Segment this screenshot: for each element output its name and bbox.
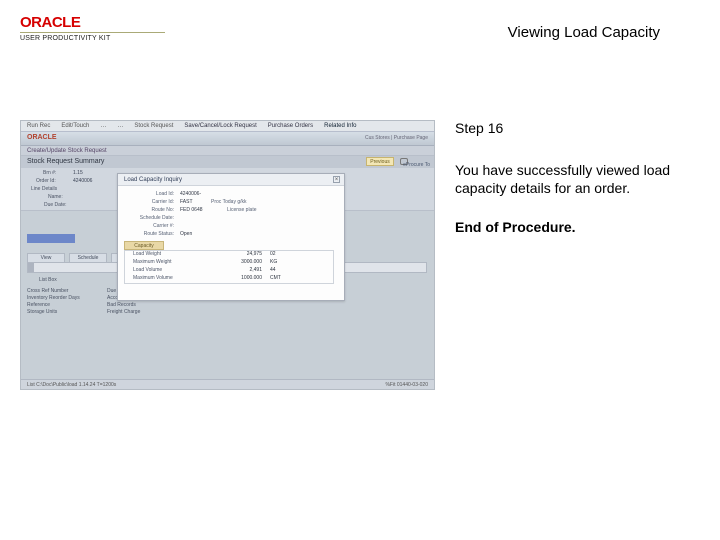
step-label: Step 16 xyxy=(455,120,680,136)
grid-value: 3000.000 xyxy=(210,259,270,267)
embedded-app-screenshot: Run Rec Edit/Touch … … Stock Request Sav… xyxy=(20,120,435,390)
menu-item[interactable]: Purchase Orders xyxy=(268,123,313,129)
brand-name: ORACLE xyxy=(20,14,165,31)
listbox-label: List Box xyxy=(39,277,57,283)
grid-value: 1000.000 xyxy=(210,275,270,283)
grid-value: 2,491 xyxy=(210,267,270,275)
grid-label: Load Volume xyxy=(125,267,210,275)
grid-unit: KG xyxy=(270,259,320,267)
order-value: 4240006 xyxy=(73,178,92,184)
selection-bar xyxy=(27,234,75,243)
menu-item[interactable]: … xyxy=(117,123,123,129)
popup-field-label: Route Status: xyxy=(124,231,180,237)
close-icon[interactable]: × xyxy=(333,176,340,183)
app-brandbar: ORACLE Cus Stores | Purchase Page xyxy=(21,132,434,146)
popup-header: Load Capacity Inquiry × xyxy=(118,174,344,186)
summary-title: Stock Request Summary Previous eProcure … xyxy=(21,156,434,168)
breadcrumb: Create/Update Stock Request xyxy=(21,146,434,156)
menu-item-active[interactable]: Related Info xyxy=(324,123,356,129)
grid-unit: 02 xyxy=(270,251,320,259)
grid-unit: 44 xyxy=(270,267,320,275)
page-title: Viewing Load Capacity xyxy=(508,24,660,41)
grid-label: Maximum Volume xyxy=(125,275,210,283)
menu-item[interactable]: Save/Cancel/Lock Request xyxy=(184,123,256,129)
menu-item[interactable]: Edit/Touch xyxy=(61,123,89,129)
name-label: Name: xyxy=(48,194,63,200)
status-bar: List C:\Doc\Public\load 1.14.24 T=1200s … xyxy=(21,379,434,389)
duedate-label: Due Date: xyxy=(44,202,67,208)
app-brand: ORACLE xyxy=(27,134,57,141)
tab-schedule[interactable]: Schedule xyxy=(69,253,107,262)
previous-button[interactable]: Previous xyxy=(366,157,394,166)
load-capacity-popup: Load Capacity Inquiry × Load Id:4240006-… xyxy=(117,173,345,301)
end-of-procedure: End of Procedure. xyxy=(455,219,680,235)
grid-label: Maximum Weight xyxy=(125,259,210,267)
grid-label: Load Weight xyxy=(125,251,210,259)
popup-field-label: Carrier Id: xyxy=(124,199,180,205)
status-right: %Fit 01440-03-020 xyxy=(385,380,428,390)
status-left: List C:\Doc\Public\load 1.14.24 T=1200s xyxy=(27,382,116,388)
popup-field-label: Proc Today g/kk xyxy=(193,199,253,205)
capacity-tab[interactable]: Capacity xyxy=(124,241,164,250)
menu-item[interactable]: Stock Request xyxy=(134,123,173,129)
grid-unit: CMT xyxy=(270,275,320,283)
popup-field-label: Route No: xyxy=(124,207,180,213)
popup-field-value: FAST xyxy=(180,199,193,205)
app-menubar: Run Rec Edit/Touch … … Stock Request Sav… xyxy=(21,121,434,132)
popup-field-label: Carrier #: xyxy=(124,223,180,229)
branch-value: 1.15 xyxy=(73,170,83,176)
menu-item[interactable]: … xyxy=(100,123,106,129)
tab-view[interactable]: View xyxy=(27,253,65,262)
app-brand-right: Cus Stores | Purchase Page xyxy=(365,135,428,141)
menu-item[interactable]: Run Rec xyxy=(27,123,50,129)
popup-field-value: 4240006- xyxy=(180,191,201,197)
brand-logo: ORACLE USER PRODUCTIVITY KIT xyxy=(20,14,165,42)
step-description: You have successfully viewed load capaci… xyxy=(455,162,680,197)
popup-field-label: Schedule Date: xyxy=(124,215,180,221)
order-label: Order Id: xyxy=(36,178,56,184)
branch-label: Brn #: xyxy=(43,170,56,176)
line-details-label: Line Details xyxy=(31,186,57,192)
grid-value: 24,975 xyxy=(210,251,270,259)
popup-field-value: FED 0648 xyxy=(180,207,203,213)
popup-field-value: Open xyxy=(180,231,192,237)
popup-field-label: License plate xyxy=(203,207,263,213)
capacity-grid: Load Weight24,97502 Maximum Weight3000.0… xyxy=(124,250,334,284)
popup-field-label: Load Id: xyxy=(124,191,180,197)
brand-subtitle: USER PRODUCTIVITY KIT xyxy=(20,35,165,42)
